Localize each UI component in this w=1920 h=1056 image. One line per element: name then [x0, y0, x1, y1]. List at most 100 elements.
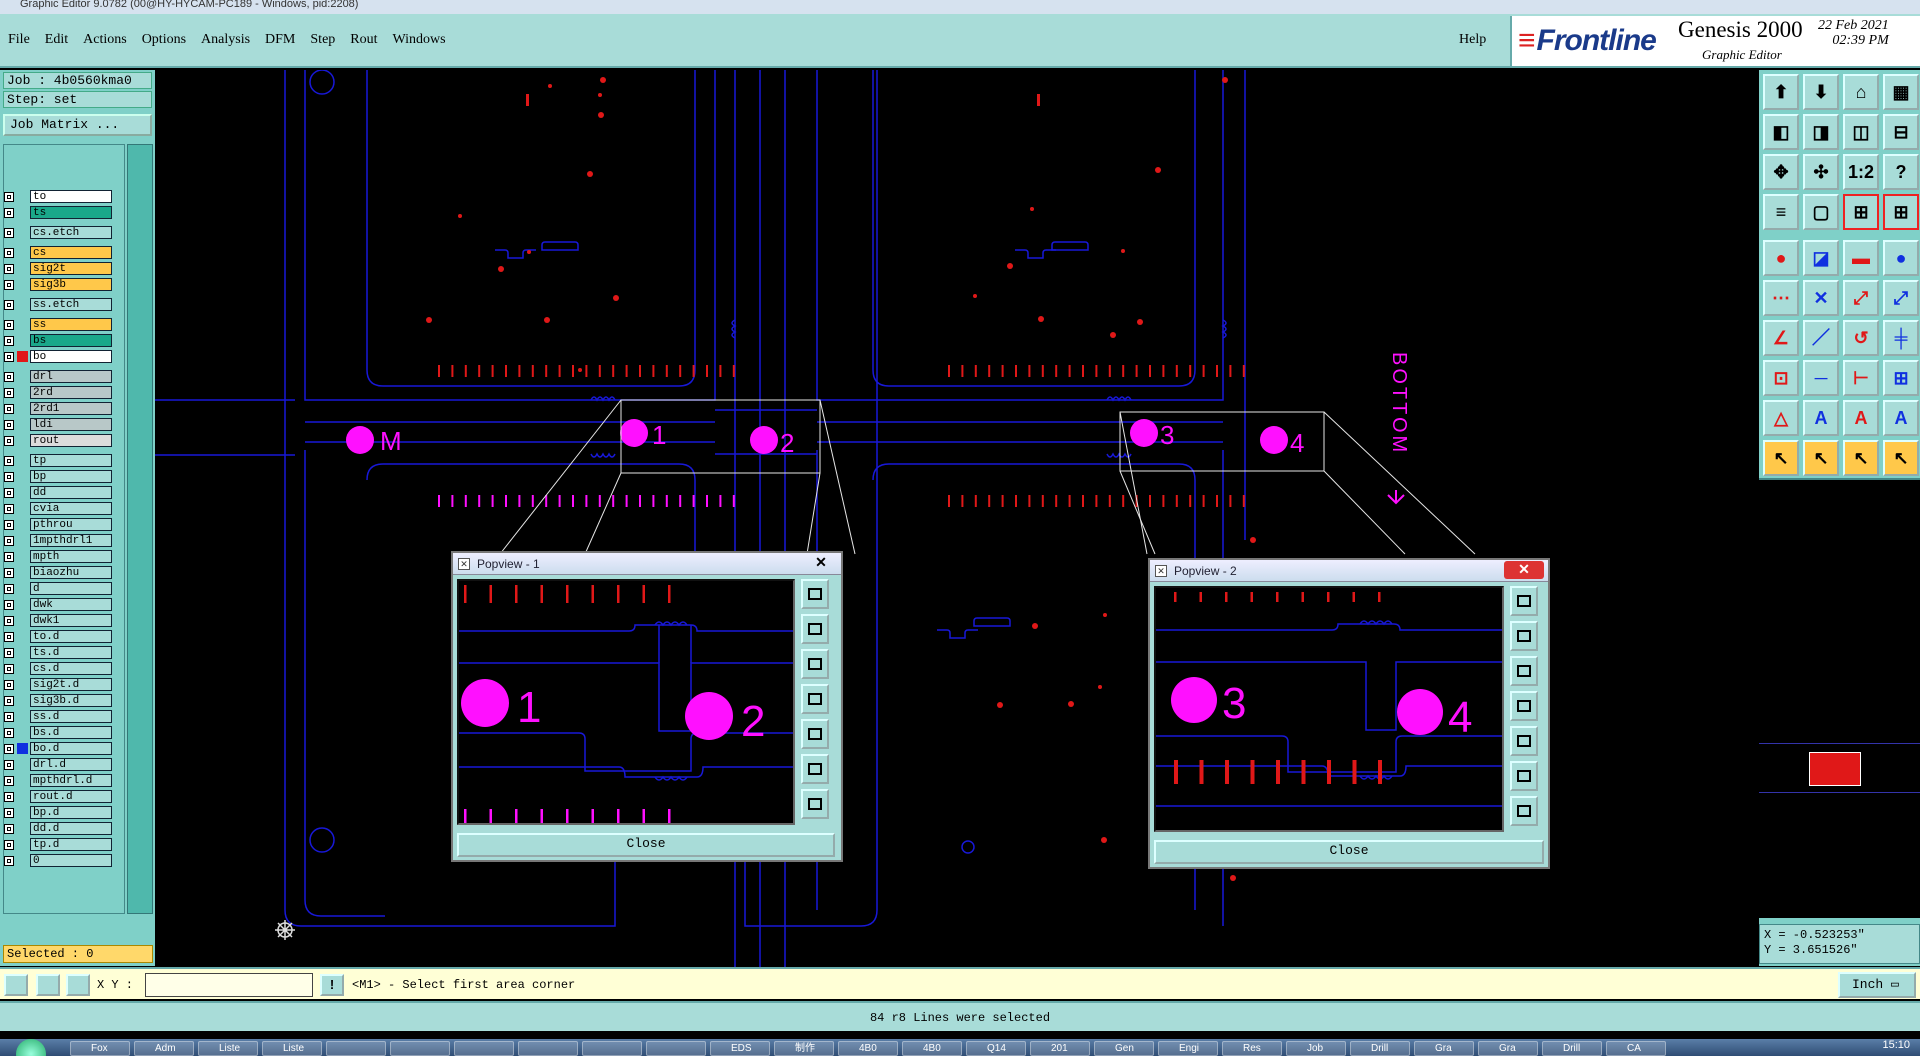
- taskbar-item[interactable]: Adm: [134, 1041, 194, 1056]
- layer-name[interactable]: ss.d: [30, 710, 112, 723]
- layer-name[interactable]: to.d: [30, 630, 112, 643]
- layer-name[interactable]: dd: [30, 486, 112, 499]
- layer-checkbox[interactable]: [4, 551, 14, 562]
- angle-icon[interactable]: [36, 974, 60, 996]
- grid-icon[interactable]: [66, 974, 90, 996]
- layer-checkbox[interactable]: [4, 775, 14, 786]
- layer-row[interactable]: 0: [4, 854, 112, 867]
- fit-icon[interactable]: [1510, 761, 1538, 791]
- taskbar-item[interactable]: 201: [1030, 1041, 1090, 1056]
- popview-1-close-icon[interactable]: ✕: [801, 554, 841, 572]
- taskbar-item[interactable]: 制作: [774, 1041, 834, 1056]
- layer-name[interactable]: 2rd: [30, 386, 112, 399]
- layer-row[interactable]: to: [4, 190, 112, 203]
- tool-button-icon[interactable]: ⌂: [1843, 74, 1879, 110]
- popview-2-close-button[interactable]: Close: [1154, 840, 1544, 864]
- start-button-icon[interactable]: [16, 1039, 46, 1056]
- zoom-window-icon[interactable]: [801, 579, 829, 609]
- tool-button-icon[interactable]: ⊞: [1883, 194, 1919, 230]
- layer-name[interactable]: drl: [30, 370, 112, 383]
- tool-button-icon[interactable]: 1:2: [1843, 154, 1879, 190]
- layer-name[interactable]: rout.d: [30, 790, 112, 803]
- layer-row[interactable]: 2rd: [4, 386, 112, 399]
- layer-name[interactable]: pthrou: [30, 518, 112, 531]
- menu-step[interactable]: Step: [310, 32, 335, 48]
- layer-name[interactable]: ss.etch: [30, 298, 112, 311]
- layer-row[interactable]: bp: [4, 470, 112, 483]
- taskbar-item[interactable]: CA: [1606, 1041, 1666, 1056]
- menu-edit[interactable]: Edit: [45, 32, 68, 48]
- job-matrix-button[interactable]: Job Matrix ...: [3, 114, 152, 136]
- layer-row[interactable]: tp.d: [4, 838, 112, 851]
- layer-row[interactable]: drl: [4, 370, 112, 383]
- layer-row[interactable]: dwk: [4, 598, 112, 611]
- layer-row[interactable]: ss.d: [4, 710, 112, 723]
- layer-row[interactable]: sig2t.d: [4, 678, 112, 691]
- zoom-window-icon[interactable]: [1510, 586, 1538, 616]
- tool-button-icon[interactable]: ╪: [1883, 320, 1919, 356]
- tool-button-icon[interactable]: A: [1843, 400, 1879, 436]
- layer-row[interactable]: cs.d: [4, 662, 112, 675]
- layer-name[interactable]: rout: [30, 434, 112, 447]
- tool-button-icon[interactable]: ⊡: [1763, 360, 1799, 396]
- tool-button-icon[interactable]: ⊞: [1843, 194, 1879, 230]
- tool-button-icon[interactable]: ●: [1883, 240, 1919, 276]
- fit-icon[interactable]: [801, 754, 829, 784]
- layer-checkbox[interactable]: [4, 319, 14, 330]
- graphic-canvas[interactable]: M 1 2 3 4 BOTTOM ✕ Popview - 1 ✕ 1 2 Clo…: [155, 70, 1759, 967]
- tool-button-icon[interactable]: ▦: [1883, 74, 1919, 110]
- layer-checkbox[interactable]: [4, 335, 14, 346]
- popview-2-view[interactable]: 3 4: [1154, 586, 1504, 832]
- layer-name[interactable]: 2rd1: [30, 402, 112, 415]
- layer-name[interactable]: bs: [30, 334, 112, 347]
- layer-row[interactable]: cs.etch: [4, 226, 112, 239]
- units-select[interactable]: Inch ▭: [1838, 972, 1916, 998]
- layer-checkbox[interactable]: [4, 487, 14, 498]
- tool-button-icon[interactable]: A: [1803, 400, 1839, 436]
- tool-button-icon[interactable]: ⊞: [1883, 360, 1919, 396]
- menu-options[interactable]: Options: [142, 32, 186, 48]
- taskbar-item[interactable]: Res: [1222, 1041, 1282, 1056]
- taskbar-item[interactable]: 4B0: [902, 1041, 962, 1056]
- layer-row[interactable]: sig3b.d: [4, 694, 112, 707]
- layer-checkbox[interactable]: [4, 663, 14, 674]
- taskbar-item[interactable]: [646, 1041, 706, 1056]
- layer-name[interactable]: mpth: [30, 550, 112, 563]
- layer-checkbox[interactable]: [4, 583, 14, 594]
- layer-row[interactable]: rout: [4, 434, 112, 447]
- layer-row[interactable]: sig2t: [4, 262, 112, 275]
- layer-name[interactable]: cs.d: [30, 662, 112, 675]
- tool-button-icon[interactable]: A: [1883, 400, 1919, 436]
- layer-row[interactable]: rout.d: [4, 790, 112, 803]
- layer-checkbox[interactable]: [4, 419, 14, 430]
- layer-checkbox[interactable]: [4, 227, 14, 238]
- layer-checkbox[interactable]: [4, 567, 14, 578]
- layer-name[interactable]: sig2t: [30, 262, 112, 275]
- tool-button-icon[interactable]: ─: [1803, 360, 1839, 396]
- layer-name[interactable]: mpthdrl.d: [30, 774, 112, 787]
- layer-checkbox[interactable]: [4, 471, 14, 482]
- layer-name[interactable]: drl.d: [30, 758, 112, 771]
- layer-checkbox[interactable]: [4, 455, 14, 466]
- taskbar-item[interactable]: [390, 1041, 450, 1056]
- layer-name[interactable]: bo.d: [30, 742, 112, 755]
- layer-name[interactable]: 1mpthdrl1: [30, 534, 112, 547]
- layer-checkbox[interactable]: [4, 263, 14, 274]
- menu-analysis[interactable]: Analysis: [201, 32, 250, 48]
- tool-button-icon[interactable]: ⊟: [1883, 114, 1919, 150]
- tool-button-icon[interactable]: ✣: [1803, 154, 1839, 190]
- taskbar-item[interactable]: [326, 1041, 386, 1056]
- layer-name[interactable]: sig2t.d: [30, 678, 112, 691]
- layer-checkbox[interactable]: [4, 403, 14, 414]
- layer-row[interactable]: ss.etch: [4, 298, 112, 311]
- menu-help[interactable]: Help: [1459, 32, 1486, 48]
- layer-row[interactable]: dd: [4, 486, 112, 499]
- xy-input[interactable]: [145, 973, 313, 997]
- overview-panel[interactable]: [1759, 478, 1920, 918]
- layer-row[interactable]: ss: [4, 318, 112, 331]
- tool-button-icon[interactable]: ↺: [1843, 320, 1879, 356]
- layer-row[interactable]: bs.d: [4, 726, 112, 739]
- layer-name[interactable]: dwk1: [30, 614, 112, 627]
- layer-checkbox[interactable]: [4, 711, 14, 722]
- taskbar-item[interactable]: Liste: [198, 1041, 258, 1056]
